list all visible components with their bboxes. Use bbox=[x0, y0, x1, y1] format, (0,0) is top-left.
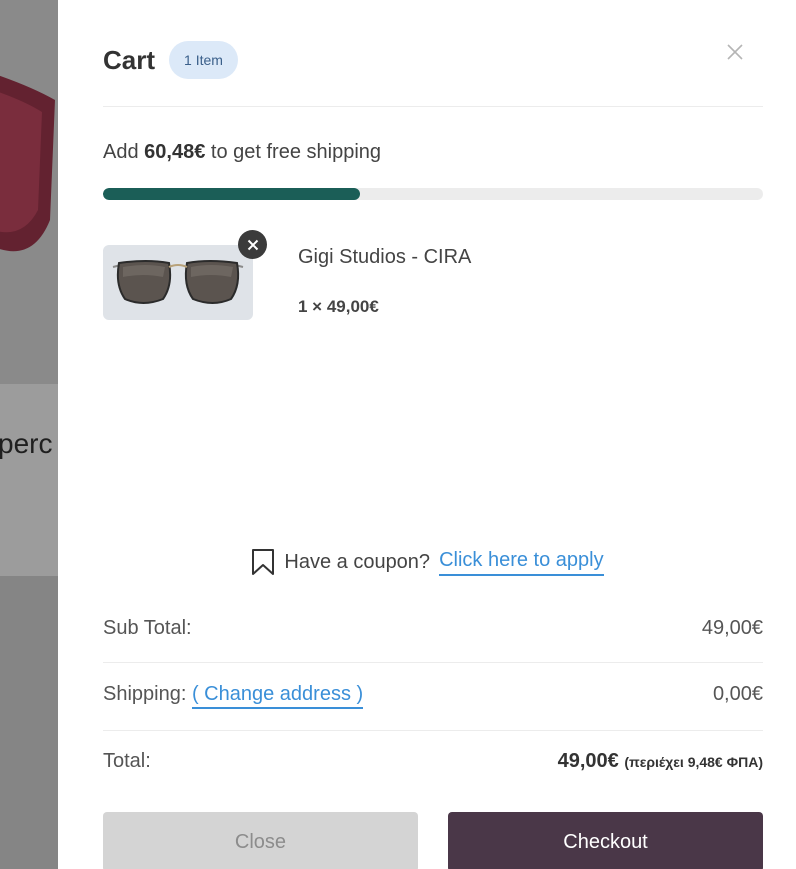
sunglasses-image bbox=[112, 260, 244, 304]
bookmark-icon bbox=[252, 549, 275, 575]
total-value-group: 49,00€ (περιέχει 9,48€ ΦΠΑ) bbox=[558, 750, 763, 773]
shipping-value: 0,00€ bbox=[712, 683, 763, 705]
cart-count-badge: 1 Item bbox=[169, 41, 238, 79]
close-icon[interactable] bbox=[725, 42, 745, 62]
apply-coupon-link[interactable]: Click here to apply bbox=[439, 549, 604, 576]
subtotal-row: Sub Total: 49,00€ bbox=[103, 617, 763, 640]
shipping-row: Shipping: ( Change address ) 0,00€ bbox=[103, 683, 763, 709]
cart-title: Cart bbox=[103, 44, 156, 75]
subtotal-label: Sub Total: bbox=[103, 617, 192, 639]
close-button[interactable]: Close bbox=[103, 812, 418, 869]
change-address-link[interactable]: ( Change address ) bbox=[191, 683, 364, 709]
product-thumbnail[interactable] bbox=[103, 245, 253, 320]
shipping-message-prefix: Add bbox=[103, 141, 145, 163]
shipping-message-suffix: to get free shipping bbox=[205, 141, 382, 163]
summary-divider bbox=[103, 730, 763, 731]
free-shipping-progress-bar bbox=[103, 188, 763, 200]
header-divider bbox=[103, 106, 763, 107]
cart-header: Cart 1 Item bbox=[103, 38, 763, 82]
total-row: Total: 49,00€ (περιέχει 9,48€ ΦΠΑ) bbox=[103, 750, 763, 773]
background-footer bbox=[0, 576, 58, 869]
background-sunglasses-image bbox=[0, 75, 55, 252]
free-shipping-message: Add 60,48€ to get free shipping bbox=[103, 141, 763, 164]
background-section bbox=[0, 384, 58, 576]
shipping-label-group: Shipping: ( Change address ) bbox=[103, 683, 364, 709]
background-text: perc bbox=[0, 428, 53, 459]
total-tax-note: (περιέχει 9,48€ ΦΠΑ) bbox=[624, 754, 763, 770]
coupon-section: Have a coupon? Click here to apply bbox=[58, 548, 796, 576]
product-quantity-price: 1 × 49,00€ bbox=[298, 297, 379, 316]
remove-item-button[interactable] bbox=[238, 230, 267, 259]
cart-drawer: Cart 1 Item Add 60,48€ to get free shipp… bbox=[58, 0, 796, 869]
coupon-prompt: Have a coupon? bbox=[284, 550, 431, 573]
product-name[interactable]: Gigi Studios - CIRA bbox=[298, 246, 471, 269]
summary-divider bbox=[103, 662, 763, 663]
total-value: 49,00€ bbox=[557, 750, 619, 772]
progress-bar-fill bbox=[103, 188, 361, 200]
background-page: perc bbox=[0, 0, 58, 869]
shipping-label: Shipping: bbox=[103, 683, 187, 705]
total-label: Total: bbox=[103, 750, 151, 772]
subtotal-value: 49,00€ bbox=[701, 617, 763, 639]
remove-icon bbox=[247, 239, 258, 250]
checkout-button[interactable]: Checkout bbox=[448, 812, 763, 869]
shipping-remaining-amount: 60,48€ bbox=[144, 141, 206, 163]
